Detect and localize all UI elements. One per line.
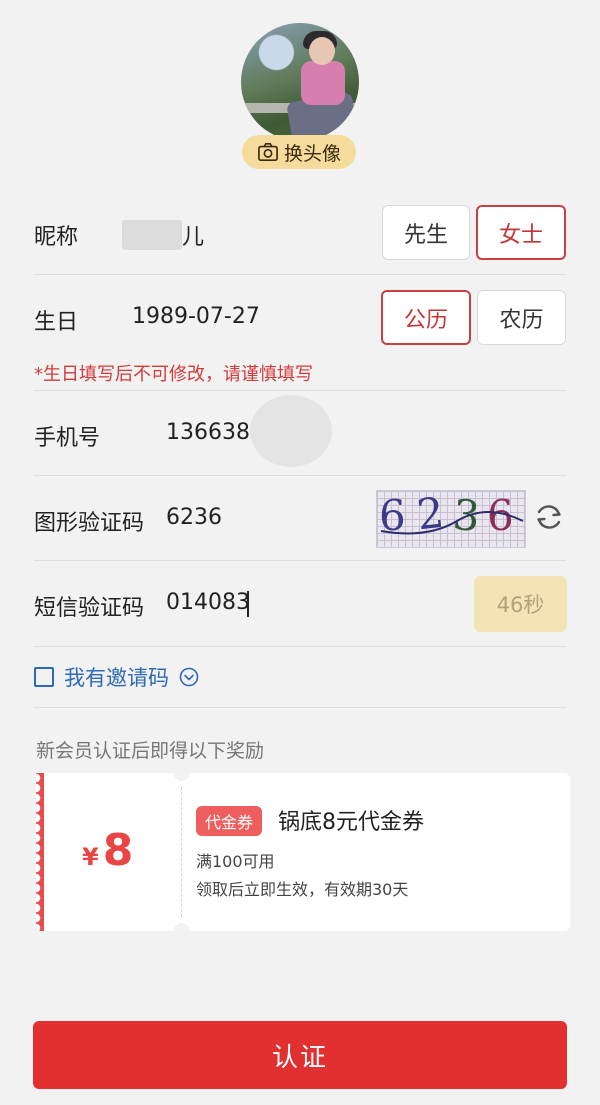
phone-input[interactable]: 136638 (166, 420, 250, 445)
birthday-label: 生日 (34, 310, 79, 335)
captcha-label: 图形验证码 (34, 511, 145, 536)
coupon-dashed-divider (181, 787, 182, 917)
divider (34, 274, 566, 275)
divider (34, 560, 566, 561)
calendar-option-solar[interactable]: 公历 (381, 290, 471, 345)
sms-code-label: 短信验证码 (34, 596, 145, 621)
verify-button[interactable]: 认证 (33, 1021, 567, 1089)
checkbox[interactable] (34, 667, 54, 687)
change-avatar-label: 换头像 (283, 142, 341, 165)
invite-code-label: 我有邀请码 (64, 666, 169, 690)
captcha-image[interactable]: 6 2 3 6 (376, 490, 526, 548)
avatar-photo-figure-head (309, 37, 335, 65)
captcha-input[interactable]: 6236 (166, 505, 222, 530)
coupon-scalloped-edge (36, 773, 44, 931)
nickname-mask (122, 220, 182, 250)
coupon-card[interactable]: ¥ 8 代金券 锅底8元代金券 满100可用 领取后立即生效，有效期30天 (36, 765, 570, 939)
coupon-amount: ¥ 8 (82, 825, 133, 876)
camera-icon (258, 143, 278, 161)
coupon-tag: 代金券 (196, 806, 263, 836)
divider (34, 707, 566, 708)
phone-mask (250, 395, 332, 467)
reward-title: 新会员认证后即得以下奖励 (36, 740, 265, 762)
avatar[interactable] (241, 23, 359, 141)
phone-label: 手机号 (34, 426, 101, 451)
change-avatar-button[interactable]: 换头像 (242, 135, 356, 169)
birthday-field[interactable]: 1989-07-27 (132, 304, 260, 329)
divider (34, 475, 566, 476)
gender-option-mr[interactable]: 先生 (382, 205, 470, 260)
coupon-notch (174, 765, 190, 781)
captcha-noise-line (380, 511, 524, 535)
coupon-notch (174, 923, 190, 939)
divider (34, 646, 566, 647)
coupon-value: 8 (102, 825, 134, 876)
nickname-input[interactable]: 儿 (182, 219, 204, 251)
nickname-label: 昵称 (34, 225, 79, 250)
birthday-warning: *生日填写后不可修改，请谨慎填写 (34, 364, 313, 385)
sms-code-input[interactable]: 014083 (166, 590, 250, 615)
divider (34, 390, 566, 391)
text-cursor (247, 591, 249, 617)
invite-code-toggle[interactable]: 我有邀请码 (34, 662, 199, 692)
gender-option-ms[interactable]: 女士 (476, 205, 566, 260)
sms-countdown-button[interactable]: 46秒 (474, 576, 567, 632)
coupon-name: 锅底8元代金券 (278, 810, 424, 835)
avatar-photo-figure-body (301, 61, 345, 105)
coupon-condition: 满100可用 (196, 852, 275, 871)
coupon-currency: ¥ (82, 843, 99, 871)
chevron-down-circle-icon (179, 667, 199, 687)
refresh-icon[interactable] (532, 500, 566, 534)
calendar-option-lunar[interactable]: 农历 (477, 290, 566, 345)
coupon-validity: 领取后立即生效，有效期30天 (196, 880, 409, 899)
